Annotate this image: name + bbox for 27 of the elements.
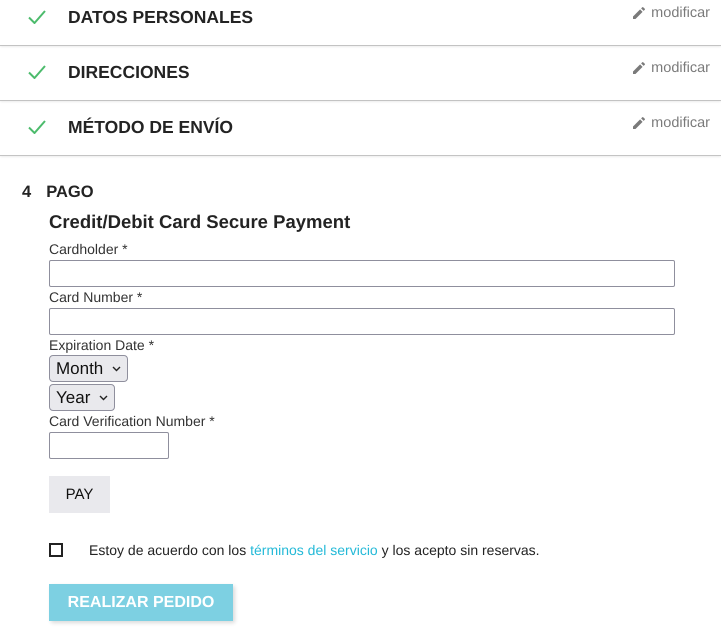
step-title: DATOS PERSONALES <box>68 7 254 27</box>
edit-link[interactable]: modificar <box>633 4 710 22</box>
edit-link[interactable]: modificar <box>633 114 710 132</box>
pay-button[interactable]: PAY <box>49 476 110 513</box>
field-label: Cardholder * <box>49 240 128 259</box>
pencil-icon <box>633 62 646 74</box>
field-label: Expiration Date * <box>49 336 154 355</box>
pencil-icon <box>633 7 646 19</box>
pencil-icon <box>633 117 646 129</box>
input-field[interactable] <box>49 308 675 335</box>
payment-heading: Credit/Debit Card Secure Payment <box>49 210 350 234</box>
step-title: PAGO <box>46 182 94 202</box>
dropdown-select[interactable]: Year <box>49 384 116 411</box>
chevron-down-icon <box>99 394 108 400</box>
step-title: MÉTODO DE ENVÍO <box>68 117 233 137</box>
field-label: Card Number * <box>49 288 142 307</box>
input-field[interactable] <box>49 260 675 287</box>
chevron-down-icon <box>112 366 122 372</box>
terms-checkbox[interactable] <box>49 543 63 557</box>
dropdown-select[interactable]: Month <box>49 355 128 382</box>
edit-link[interactable]: modificar <box>633 59 710 77</box>
input-field[interactable] <box>49 432 169 459</box>
step-number: 4 <box>22 182 32 202</box>
step-title: DIRECCIONES <box>68 62 190 82</box>
terms-text: Estoy de acuerdo con los términos del servicio y los acepto sin reservas. <box>89 541 540 560</box>
field-label: Card Verification Number * <box>49 412 215 431</box>
terms-link[interactable]: términos del servicio <box>250 542 378 558</box>
